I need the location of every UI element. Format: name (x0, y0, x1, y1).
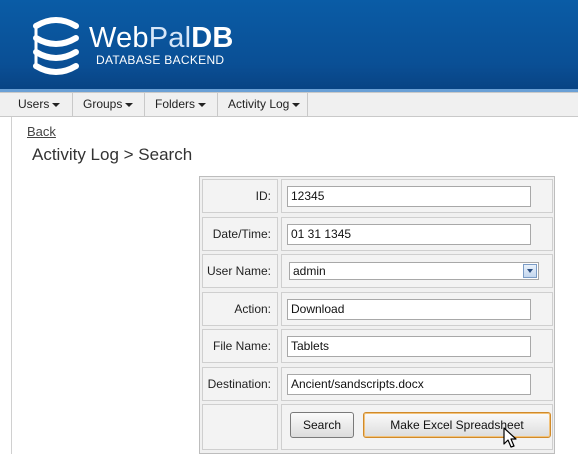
filename-input[interactable]: Tablets (287, 336, 531, 357)
caret-down-icon (292, 102, 301, 107)
main-nav: Users Groups Folders Activity Log (0, 92, 578, 117)
row-filename: File Name: Tablets (202, 329, 553, 363)
username-selected-value: admin (293, 264, 326, 278)
id-cell: 12345 (281, 179, 553, 213)
nav-users-label: Users (18, 97, 50, 111)
filename-cell: Tablets (281, 329, 553, 363)
caret-down-icon (125, 102, 134, 107)
actions-label-cell (202, 404, 278, 450)
destination-input[interactable]: Ancient/sandscripts.docx (287, 374, 531, 395)
action-input[interactable]: Download (287, 299, 531, 320)
nav-folders[interactable]: Folders (145, 93, 218, 116)
datetime-label: Date/Time: (202, 217, 278, 251)
destination-cell: Ancient/sandscripts.docx (281, 367, 553, 401)
search-form: ID: 12345 Date/Time: 01 31 1345 User Nam… (199, 176, 555, 454)
row-actions: Search Make Excel Spreadsheet (202, 404, 553, 450)
datetime-cell: 01 31 1345 (281, 217, 553, 251)
action-label: Action: (202, 292, 278, 326)
mouse-pointer-icon (503, 427, 517, 448)
username-label: User Name: (202, 254, 278, 288)
nav-groups[interactable]: Groups (73, 93, 145, 116)
username-cell: admin (281, 254, 553, 288)
database-logo-icon (33, 17, 79, 75)
caret-down-icon (198, 102, 207, 107)
nav-activity-log[interactable]: Activity Log (218, 93, 308, 116)
back-link[interactable]: Back (27, 124, 56, 139)
left-divider (11, 117, 12, 454)
search-button[interactable]: Search (290, 412, 354, 438)
dropdown-arrow-icon[interactable] (523, 264, 537, 278)
caret-down-icon (52, 102, 61, 107)
action-cell: Download (281, 292, 553, 326)
row-datetime: Date/Time: 01 31 1345 (202, 217, 553, 251)
username-select[interactable]: admin (289, 262, 539, 280)
row-action: Action: Download (202, 292, 553, 326)
brand-name: WebPalDB (89, 22, 234, 54)
nav-activity-log-label: Activity Log (228, 97, 290, 111)
id-input[interactable]: 12345 (287, 186, 531, 207)
make-excel-spreadsheet-button[interactable]: Make Excel Spreadsheet (363, 412, 551, 438)
destination-label: Destination: (202, 367, 278, 401)
app-header: WebPalDB DATABASE BACKEND (0, 0, 578, 92)
brand-subtitle: DATABASE BACKEND (96, 53, 225, 67)
page-title: Activity Log > Search (32, 145, 193, 164)
id-label: ID: (202, 179, 278, 213)
nav-folders-label: Folders (155, 97, 196, 111)
nav-groups-label: Groups (83, 97, 123, 111)
row-id: ID: 12345 (202, 179, 553, 213)
nav-users[interactable]: Users (8, 93, 73, 116)
filename-label: File Name: (202, 329, 278, 363)
datetime-input[interactable]: 01 31 1345 (287, 224, 531, 245)
row-destination: Destination: Ancient/sandscripts.docx (202, 367, 553, 401)
row-username: User Name: admin (202, 254, 553, 288)
